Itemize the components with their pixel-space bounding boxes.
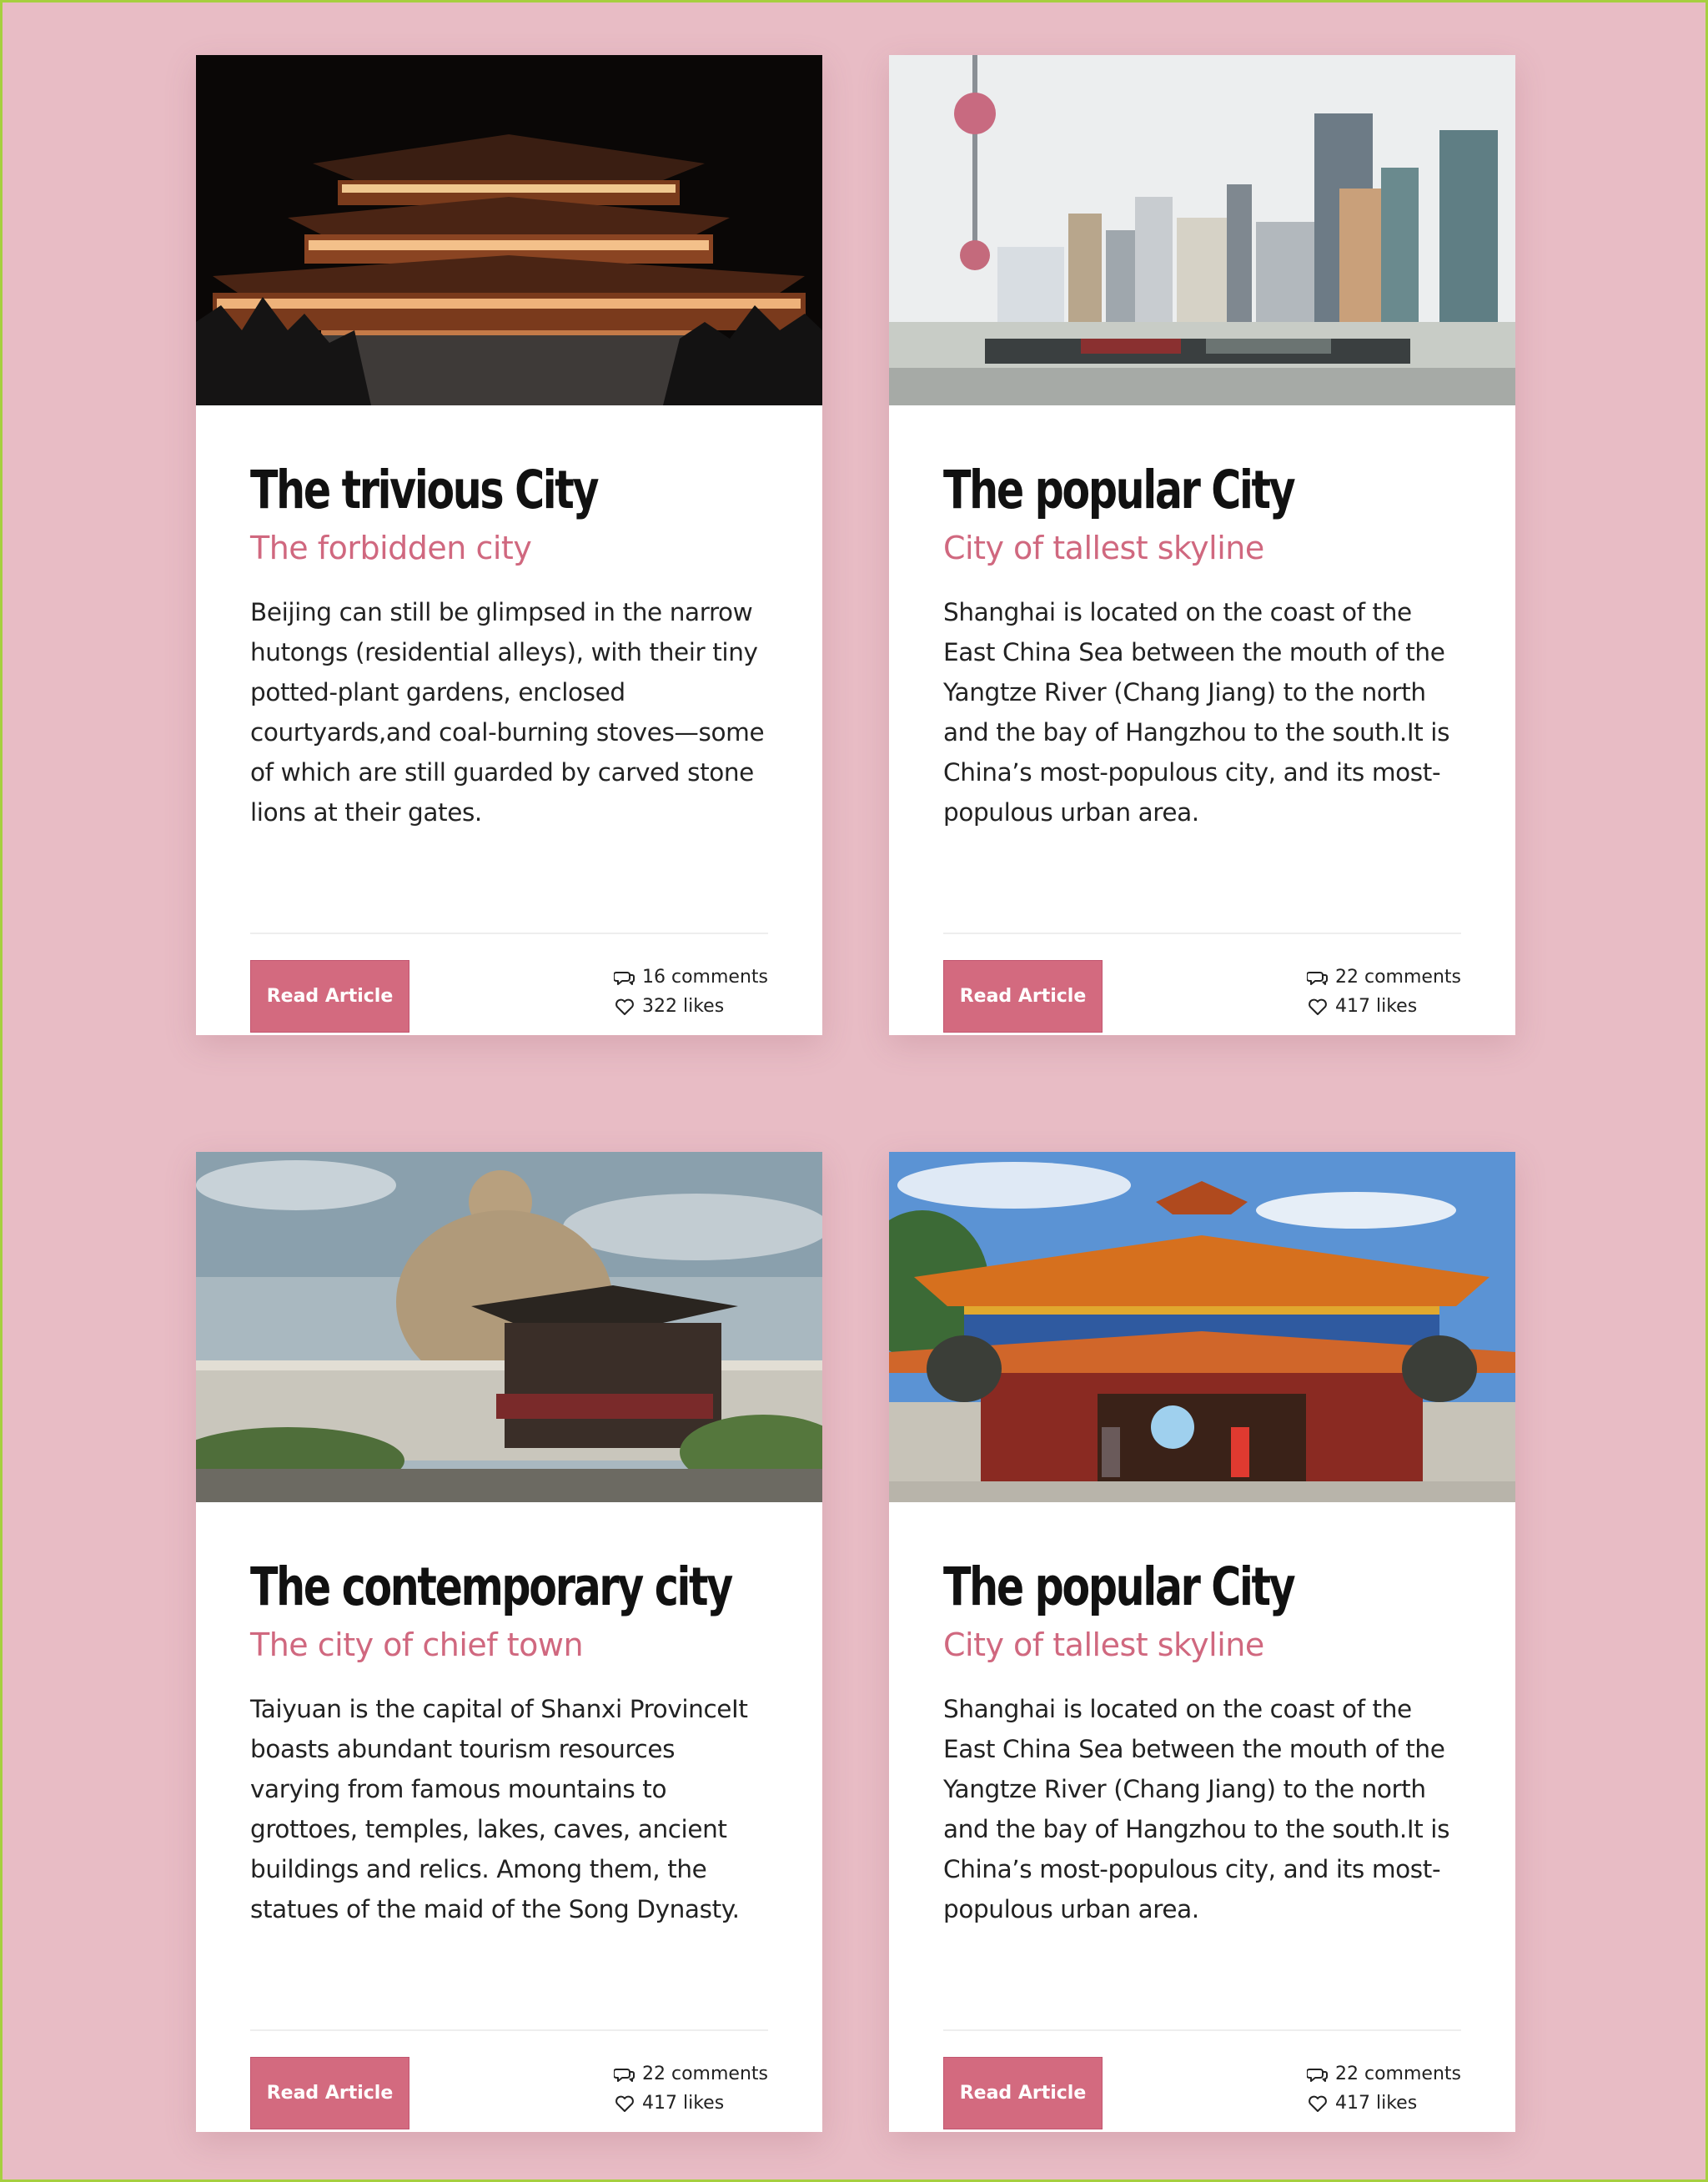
card-divider xyxy=(250,2029,768,2031)
comments-count: 22 comments xyxy=(1335,967,1461,988)
card-stats: 22 comments 417 likes xyxy=(614,2059,768,2118)
card-description: Taiyuan is the capital of Shanxi Provinc… xyxy=(250,1695,748,1923)
read-article-button[interactable]: Read Article xyxy=(250,960,409,1033)
article-card: The contemporary city The city of chief … xyxy=(196,1152,822,2132)
shanghai-skyline-photo xyxy=(889,55,1515,405)
comments-count: 22 comments xyxy=(1335,2064,1461,2084)
read-article-button[interactable]: Read Article xyxy=(943,960,1103,1033)
night-pagoda-photo xyxy=(196,55,822,405)
comments-icon xyxy=(614,971,635,985)
heart-icon xyxy=(615,2095,634,2112)
card-subtitle: City of tallest skyline xyxy=(943,530,1264,566)
card-title: The contemporary city xyxy=(250,1556,733,1617)
card-stats: 16 comments 322 likes xyxy=(614,963,768,1021)
read-article-button[interactable]: Read Article xyxy=(943,2057,1103,2129)
likes-count: 417 likes xyxy=(1335,2093,1418,2114)
article-card: The popular City City of tallest skyline… xyxy=(889,55,1515,1035)
comments-stat[interactable]: 22 comments xyxy=(1307,963,1461,992)
card-subtitle: The city of chief town xyxy=(250,1626,584,1663)
card-title: The trivious City xyxy=(250,460,599,520)
comments-stat[interactable]: 22 comments xyxy=(1307,2059,1461,2089)
card-subtitle: The forbidden city xyxy=(250,530,532,566)
heart-icon xyxy=(1309,998,1327,1015)
card-description: Shanghai is located on the coast of the … xyxy=(943,1695,1450,1923)
card-stats: 22 comments 417 likes xyxy=(1307,963,1461,1021)
buddha-statue-photo xyxy=(196,1152,822,1502)
article-card: The trivious City The forbidden city Bei… xyxy=(196,55,822,1035)
temple-gate-photo xyxy=(889,1152,1515,1502)
comments-icon xyxy=(1307,2068,1329,2082)
likes-count: 417 likes xyxy=(1335,996,1418,1017)
comments-stat[interactable]: 22 comments xyxy=(614,2059,768,2089)
card-divider xyxy=(250,933,768,934)
card-divider xyxy=(943,933,1461,934)
comments-count: 22 comments xyxy=(642,2064,768,2084)
card-divider xyxy=(943,2029,1461,2031)
likes-stat[interactable]: 322 likes xyxy=(614,992,768,1021)
heart-icon xyxy=(615,998,634,1015)
card-stats: 22 comments 417 likes xyxy=(1307,2059,1461,2118)
likes-count: 417 likes xyxy=(642,2093,725,2114)
card-description: Beijing can still be glimpsed in the nar… xyxy=(250,598,765,827)
likes-stat[interactable]: 417 likes xyxy=(1307,992,1461,1021)
likes-count: 322 likes xyxy=(642,996,725,1017)
comments-count: 16 comments xyxy=(642,967,768,988)
likes-stat[interactable]: 417 likes xyxy=(1307,2089,1461,2118)
read-article-button[interactable]: Read Article xyxy=(250,2057,409,2129)
comments-stat[interactable]: 16 comments xyxy=(614,963,768,992)
card-description: Shanghai is located on the coast of the … xyxy=(943,598,1450,827)
card-grid: The trivious City The forbidden city Bei… xyxy=(196,55,1515,2132)
card-title: The popular City xyxy=(943,460,1296,520)
article-card: The popular City City of tallest skyline… xyxy=(889,1152,1515,2132)
heart-icon xyxy=(1309,2095,1327,2112)
card-subtitle: City of tallest skyline xyxy=(943,1626,1264,1663)
card-title: The popular City xyxy=(943,1556,1296,1617)
comments-icon xyxy=(614,2068,635,2082)
comments-icon xyxy=(1307,971,1329,985)
likes-stat[interactable]: 417 likes xyxy=(614,2089,768,2118)
